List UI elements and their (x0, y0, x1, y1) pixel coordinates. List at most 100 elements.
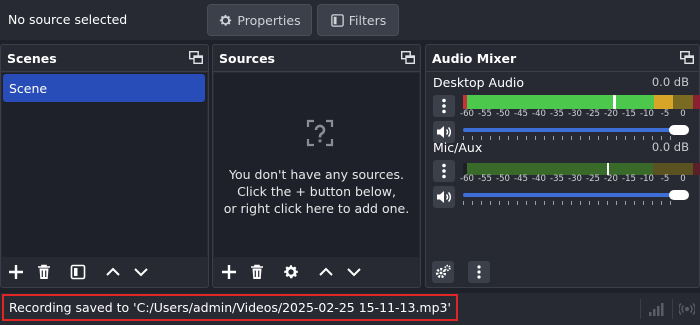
add-source-button[interactable] (218, 261, 240, 283)
slider-tick (571, 201, 572, 205)
empty-message-line: You don't have any sources. (229, 167, 404, 182)
mixer-toolbar (426, 257, 699, 287)
kebab-icon (477, 265, 481, 279)
mixer-channel: Mic/Aux 0.0 dB -60 -55 -50 -45 -40 -35 -… (427, 140, 700, 214)
add-scene-button[interactable] (5, 261, 27, 283)
arrow-down-icon (134, 268, 148, 277)
sources-title: Sources (219, 51, 275, 66)
scale-label: -20 (604, 174, 618, 184)
scale-label: -25 (586, 174, 600, 184)
slider-tick (544, 201, 545, 205)
slider-tick (472, 201, 473, 205)
volume-slider[interactable] (463, 190, 689, 200)
empty-sources-message: You don't have any sources. Click the + … (214, 166, 419, 217)
arrow-down-icon (347, 268, 361, 277)
slider-handle[interactable] (669, 125, 689, 135)
properties-button[interactable]: Properties (207, 4, 312, 36)
slider-tick (634, 201, 635, 205)
undock-icon[interactable] (401, 51, 415, 64)
source-properties-button[interactable] (280, 261, 302, 283)
slider-tick (463, 201, 464, 205)
channel-db-value: 0.0 dB (651, 140, 689, 154)
move-source-up-button[interactable] (315, 261, 337, 283)
slider-tick (625, 201, 626, 205)
slider-track (463, 128, 679, 132)
scale-label: -15 (622, 109, 636, 119)
channel-name: Mic/Aux (433, 140, 483, 155)
slider-tick (670, 201, 671, 205)
mixer-menu-button[interactable] (468, 261, 490, 283)
kebab-icon (442, 98, 446, 114)
speaker-icon (437, 191, 451, 203)
scene-filters-button[interactable] (67, 261, 89, 283)
slider-tick (499, 201, 500, 205)
scene-list[interactable]: Scene (2, 73, 207, 257)
scale-label: -10 (640, 109, 654, 119)
slider-tick (535, 201, 536, 205)
scale-label: -45 (514, 109, 528, 119)
scale-label: -20 (604, 109, 618, 119)
question-icon (306, 119, 334, 147)
sources-dock: Sources You don't have any sources. Clic… (212, 44, 421, 288)
volume-slider[interactable] (463, 125, 689, 135)
meter-scale: -60 -55 -50 -45 -40 -35 -30 -25 -20 -15 … (460, 109, 693, 121)
remove-scene-button[interactable] (33, 261, 55, 283)
slider-tick (643, 201, 644, 205)
meter-yellow-dim-segment (673, 95, 693, 109)
slider-ticks (463, 201, 683, 206)
slider-tick (562, 201, 563, 205)
channel-mute-button[interactable] (433, 186, 455, 208)
move-scene-down-button[interactable] (130, 261, 152, 283)
filter-icon (330, 13, 344, 27)
remove-source-button[interactable] (246, 261, 268, 283)
channel-menu-button[interactable] (433, 95, 455, 117)
mixer-channel: Desktop Audio 0.0 dB -60 -55 -50 -45 -40… (427, 75, 700, 149)
source-list[interactable]: You don't have any sources. Click the + … (214, 73, 419, 257)
channel-menu-button[interactable] (433, 160, 455, 182)
channel-name: Desktop Audio (433, 75, 525, 90)
slider-tick (607, 201, 608, 205)
slider-track (463, 193, 679, 197)
scene-item-label: Scene (9, 81, 48, 96)
filters-button[interactable]: Filters (317, 4, 399, 36)
scale-label: -30 (568, 174, 582, 184)
gear-icon (220, 14, 232, 26)
scale-label: -5 (660, 109, 670, 119)
move-scene-up-button[interactable] (102, 261, 124, 283)
slider-tick (661, 201, 662, 205)
scale-label: -15 (622, 174, 636, 184)
audio-mixer-dock: Audio Mixer Desktop Audio 0.0 dB -60 -55… (425, 44, 700, 288)
scale-label: -25 (586, 109, 600, 119)
scale-label: -45 (514, 174, 528, 184)
scene-list-item[interactable]: Scene (3, 74, 205, 102)
scenes-dock-header: Scenes (1, 45, 208, 72)
meter-yellow-segment (654, 95, 673, 109)
scenes-toolbar (1, 257, 208, 287)
slider-handle[interactable] (669, 190, 689, 200)
slider-tick (652, 201, 653, 205)
scale-label: -40 (532, 174, 546, 184)
scale-label: 0 (680, 174, 686, 184)
slider-tick (490, 201, 491, 205)
advanced-audio-properties-button[interactable] (432, 261, 454, 283)
empty-message-line: Click the + button below, (237, 184, 396, 199)
sources-toolbar (213, 257, 420, 287)
arrow-up-icon (319, 267, 333, 276)
filters-label: Filters (348, 12, 387, 28)
scale-label: -40 (532, 109, 546, 119)
arrow-up-icon (106, 267, 120, 276)
volume-meter (463, 95, 700, 109)
filter-icon (70, 264, 86, 280)
move-source-down-button[interactable] (343, 261, 365, 283)
source-status-label: No source selected (8, 12, 128, 27)
meter-scale: -60 -55 -50 -45 -40 -35 -30 -25 -20 -15 … (460, 174, 693, 186)
gears-icon (435, 264, 451, 279)
scale-label: -50 (496, 109, 510, 119)
channel-db-value: 0.0 dB (651, 75, 689, 89)
undock-icon[interactable] (189, 51, 203, 64)
slider-tick (481, 201, 482, 205)
undock-icon[interactable] (680, 51, 694, 64)
slider-tick (616, 201, 617, 205)
meter-green-segment (467, 95, 613, 109)
scale-label: -30 (568, 109, 582, 119)
